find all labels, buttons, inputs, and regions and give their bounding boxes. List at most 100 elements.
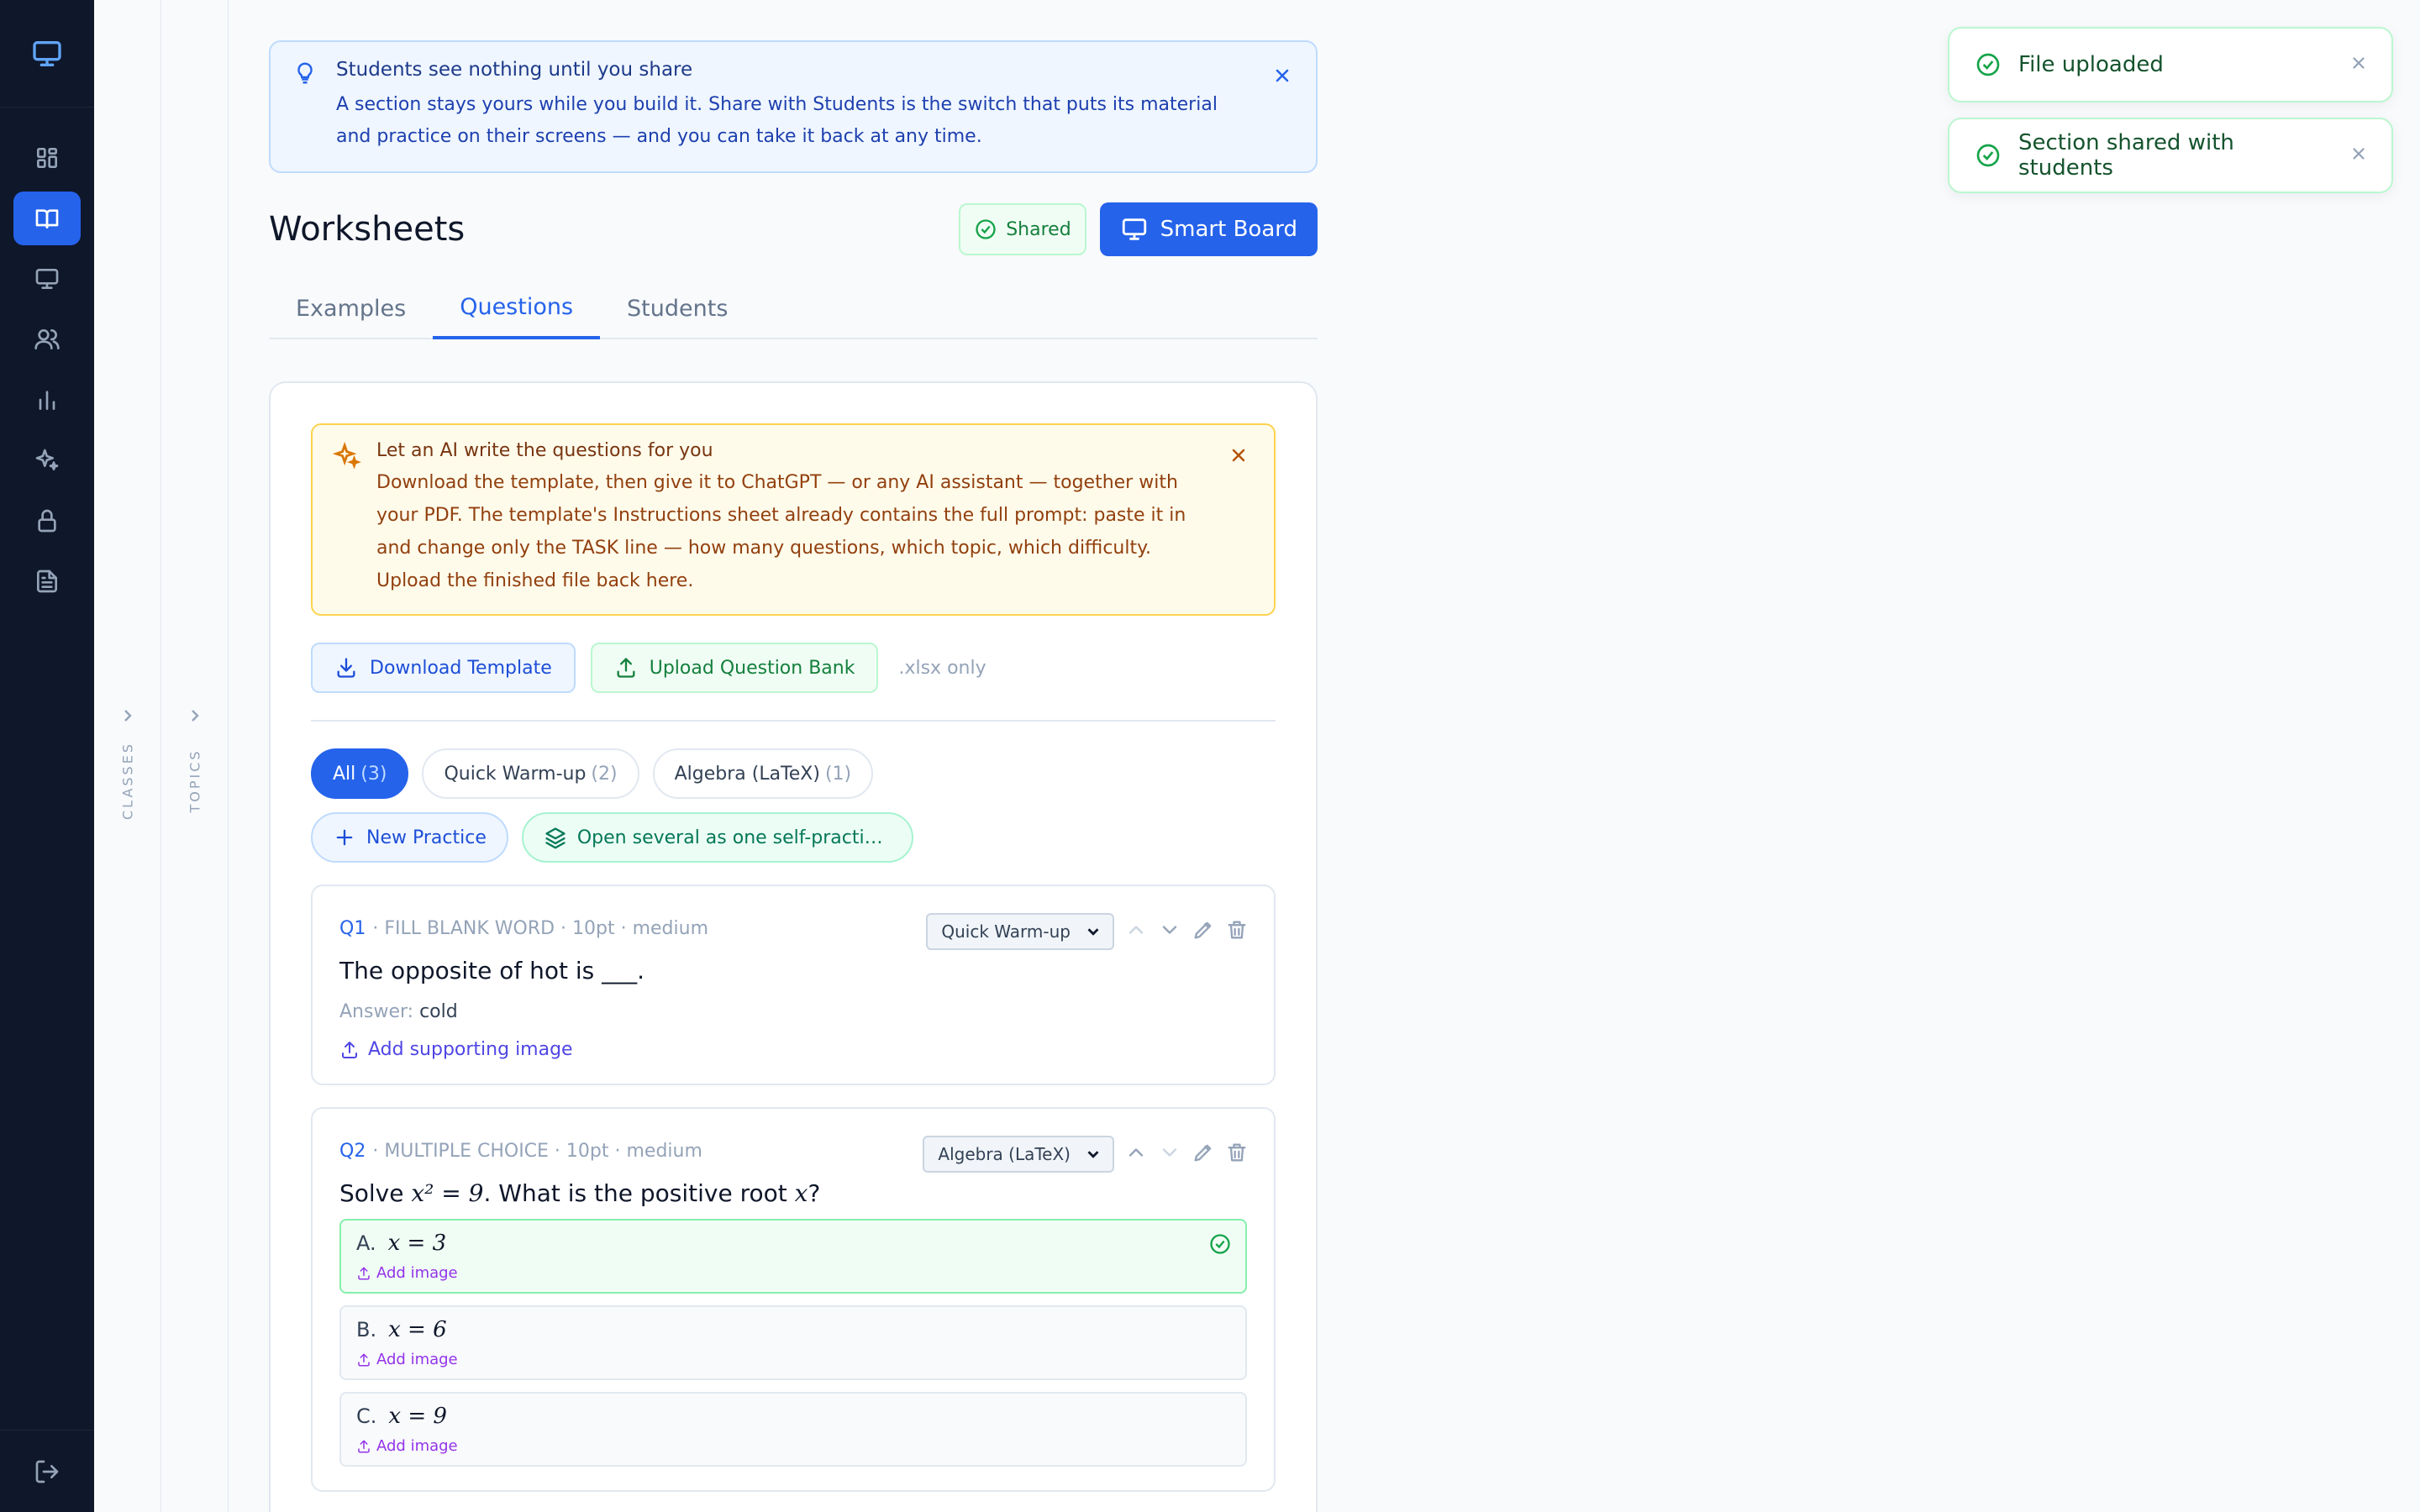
sidebar-item-students[interactable] xyxy=(13,312,81,366)
trash-icon xyxy=(1228,1143,1246,1162)
topics-rail-label: TOPICS xyxy=(187,748,203,813)
expand-topics-button[interactable] xyxy=(182,702,208,729)
open-self-practice-button[interactable]: Open several as one self-practice sessio… xyxy=(521,812,913,863)
classes-rail-label: CLASSES xyxy=(119,742,136,820)
sidebar-item-sections[interactable] xyxy=(13,192,81,245)
close-icon xyxy=(1276,69,1289,82)
chevron-down-icon xyxy=(1087,928,1099,936)
close-icon xyxy=(2353,148,2365,160)
math-expression: x² = 9 xyxy=(411,1179,484,1207)
questions-panel: Let an AI write the questions for you Do… xyxy=(269,381,1318,1512)
tab-questions[interactable]: Questions xyxy=(433,277,601,339)
tab-students[interactable]: Students xyxy=(600,277,755,339)
question-bank-actions: Download Template Upload Question Bank .… xyxy=(311,643,1276,722)
move-up-button[interactable] xyxy=(1124,918,1148,945)
question-card: Q2 · MULTIPLE CHOICE · 10pt · medium Alg… xyxy=(311,1107,1276,1492)
question-answer: Answer: cold xyxy=(339,1001,458,1022)
add-supporting-image-link[interactable]: Add supporting image xyxy=(339,1039,1247,1060)
toast-message: File uploaded xyxy=(2018,52,2164,77)
ai-help-banner: Let an AI write the questions for you Do… xyxy=(311,423,1276,616)
share-info-banner: Students see nothing until you share A s… xyxy=(269,40,1318,173)
filter-algebra-latex[interactable]: Algebra (LaTeX) (1) xyxy=(652,748,874,799)
edit-question-button[interactable] xyxy=(1192,918,1215,945)
plus-icon xyxy=(336,829,353,846)
pencil-icon xyxy=(1194,1144,1212,1162)
filter-all[interactable]: All (3) xyxy=(311,748,409,799)
info-banner-body: A section stays yours while you build it… xyxy=(336,94,1218,147)
layers-icon xyxy=(545,827,566,849)
download-template-button[interactable]: Download Template xyxy=(311,643,576,693)
check-circle-icon xyxy=(1210,1234,1230,1254)
topic-filters: All (3) Quick Warm-up (2) Algebra (LaTeX)(… xyxy=(311,748,1276,799)
section-tabs: Examples Questions Students xyxy=(269,277,1318,339)
answer-option[interactable]: C. x = 9 Add image xyxy=(339,1392,1247,1467)
chevron-down-icon xyxy=(1162,926,1177,934)
file-type-hint: .xlsx only xyxy=(898,657,986,679)
check-circle-icon xyxy=(976,219,996,239)
question-text: The opposite of hot is ___. xyxy=(339,957,645,984)
close-icon xyxy=(2353,57,2365,69)
classes-rail: CLASSES xyxy=(94,0,161,1512)
sidebar-nav xyxy=(13,131,81,608)
add-option-image-link[interactable]: Add image xyxy=(356,1264,1230,1282)
monitor-icon xyxy=(33,40,61,66)
toast-stack: File uploaded Section shared with studen… xyxy=(1948,27,2393,193)
logout-icon xyxy=(35,1460,59,1483)
new-practice-button[interactable]: New Practice xyxy=(311,812,508,863)
dismiss-toast-button[interactable] xyxy=(2349,54,2368,76)
chevron-down-icon xyxy=(1087,1151,1099,1158)
check-circle-icon xyxy=(1976,53,2000,76)
topic-select[interactable]: Quick Warm-up xyxy=(926,913,1114,950)
sidebar-item-present[interactable] xyxy=(13,252,81,306)
delete-question-button[interactable] xyxy=(1225,918,1249,945)
move-down-button[interactable] xyxy=(1158,1141,1181,1168)
edit-question-button[interactable] xyxy=(1192,1141,1215,1168)
dismiss-info-banner-button[interactable] xyxy=(1270,64,1294,87)
book-icon xyxy=(35,209,59,228)
sidebar-item-dashboard[interactable] xyxy=(13,131,81,185)
upload-question-bank-button[interactable]: Upload Question Bank xyxy=(590,643,879,693)
sparkles-icon xyxy=(332,441,361,470)
add-option-image-link[interactable]: Add image xyxy=(356,1351,1230,1368)
expand-classes-button[interactable] xyxy=(114,702,141,729)
tab-examples[interactable]: Examples xyxy=(269,277,433,339)
answer-option[interactable]: A. x = 3 Add image xyxy=(339,1219,1247,1294)
question-number: Q2 xyxy=(339,1140,366,1162)
sidebar-item-documents[interactable] xyxy=(13,554,81,608)
add-option-image-link[interactable]: Add image xyxy=(356,1437,1230,1455)
monitor-icon xyxy=(1122,218,1146,240)
question-number: Q1 xyxy=(339,917,366,939)
filter-quick-warm-up[interactable]: Quick Warm-up (2) xyxy=(422,748,639,799)
question-meta: · MULTIPLE CHOICE · 10pt · medium xyxy=(372,1140,702,1162)
logout-button[interactable] xyxy=(0,1430,94,1512)
monitor-icon xyxy=(35,269,59,289)
dismiss-ai-banner-button[interactable] xyxy=(1227,444,1250,467)
sidebar-item-ai[interactable] xyxy=(13,433,81,487)
dismiss-toast-button[interactable] xyxy=(2349,144,2368,166)
bar-chart-icon xyxy=(39,391,55,410)
info-banner-title: Students see nothing until you share xyxy=(336,59,693,81)
chevron-up-icon xyxy=(1128,1148,1144,1157)
upload-icon xyxy=(358,1440,370,1452)
delete-question-button[interactable] xyxy=(1225,1141,1249,1168)
sidebar-item-analytics[interactable] xyxy=(13,373,81,427)
upload-icon xyxy=(358,1267,370,1279)
chevron-down-icon xyxy=(1162,1148,1177,1157)
upload-icon xyxy=(617,658,635,678)
upload-icon xyxy=(358,1353,370,1366)
app-logo[interactable] xyxy=(0,0,94,108)
toast-file-uploaded: File uploaded xyxy=(1948,27,2393,102)
topic-select[interactable]: Algebra (LaTeX) xyxy=(923,1136,1114,1173)
lightbulb-icon xyxy=(297,62,313,84)
move-down-button[interactable] xyxy=(1158,918,1181,945)
sidebar-item-security[interactable] xyxy=(13,494,81,548)
section-header: Worksheets Shared Smart Board xyxy=(269,202,1318,257)
smart-board-button[interactable]: Smart Board xyxy=(1099,202,1318,256)
chevron-right-icon xyxy=(124,710,132,722)
main-content: Students see nothing until you share A s… xyxy=(269,40,1318,1512)
move-up-button[interactable] xyxy=(1124,1141,1148,1168)
answer-option[interactable]: B. x = 6 Add image xyxy=(339,1305,1247,1380)
shared-toggle-button[interactable]: Shared xyxy=(959,203,1086,255)
page-title: Worksheets xyxy=(269,210,466,249)
question-text: Solve x² = 9. What is the positive root … xyxy=(339,1179,821,1207)
